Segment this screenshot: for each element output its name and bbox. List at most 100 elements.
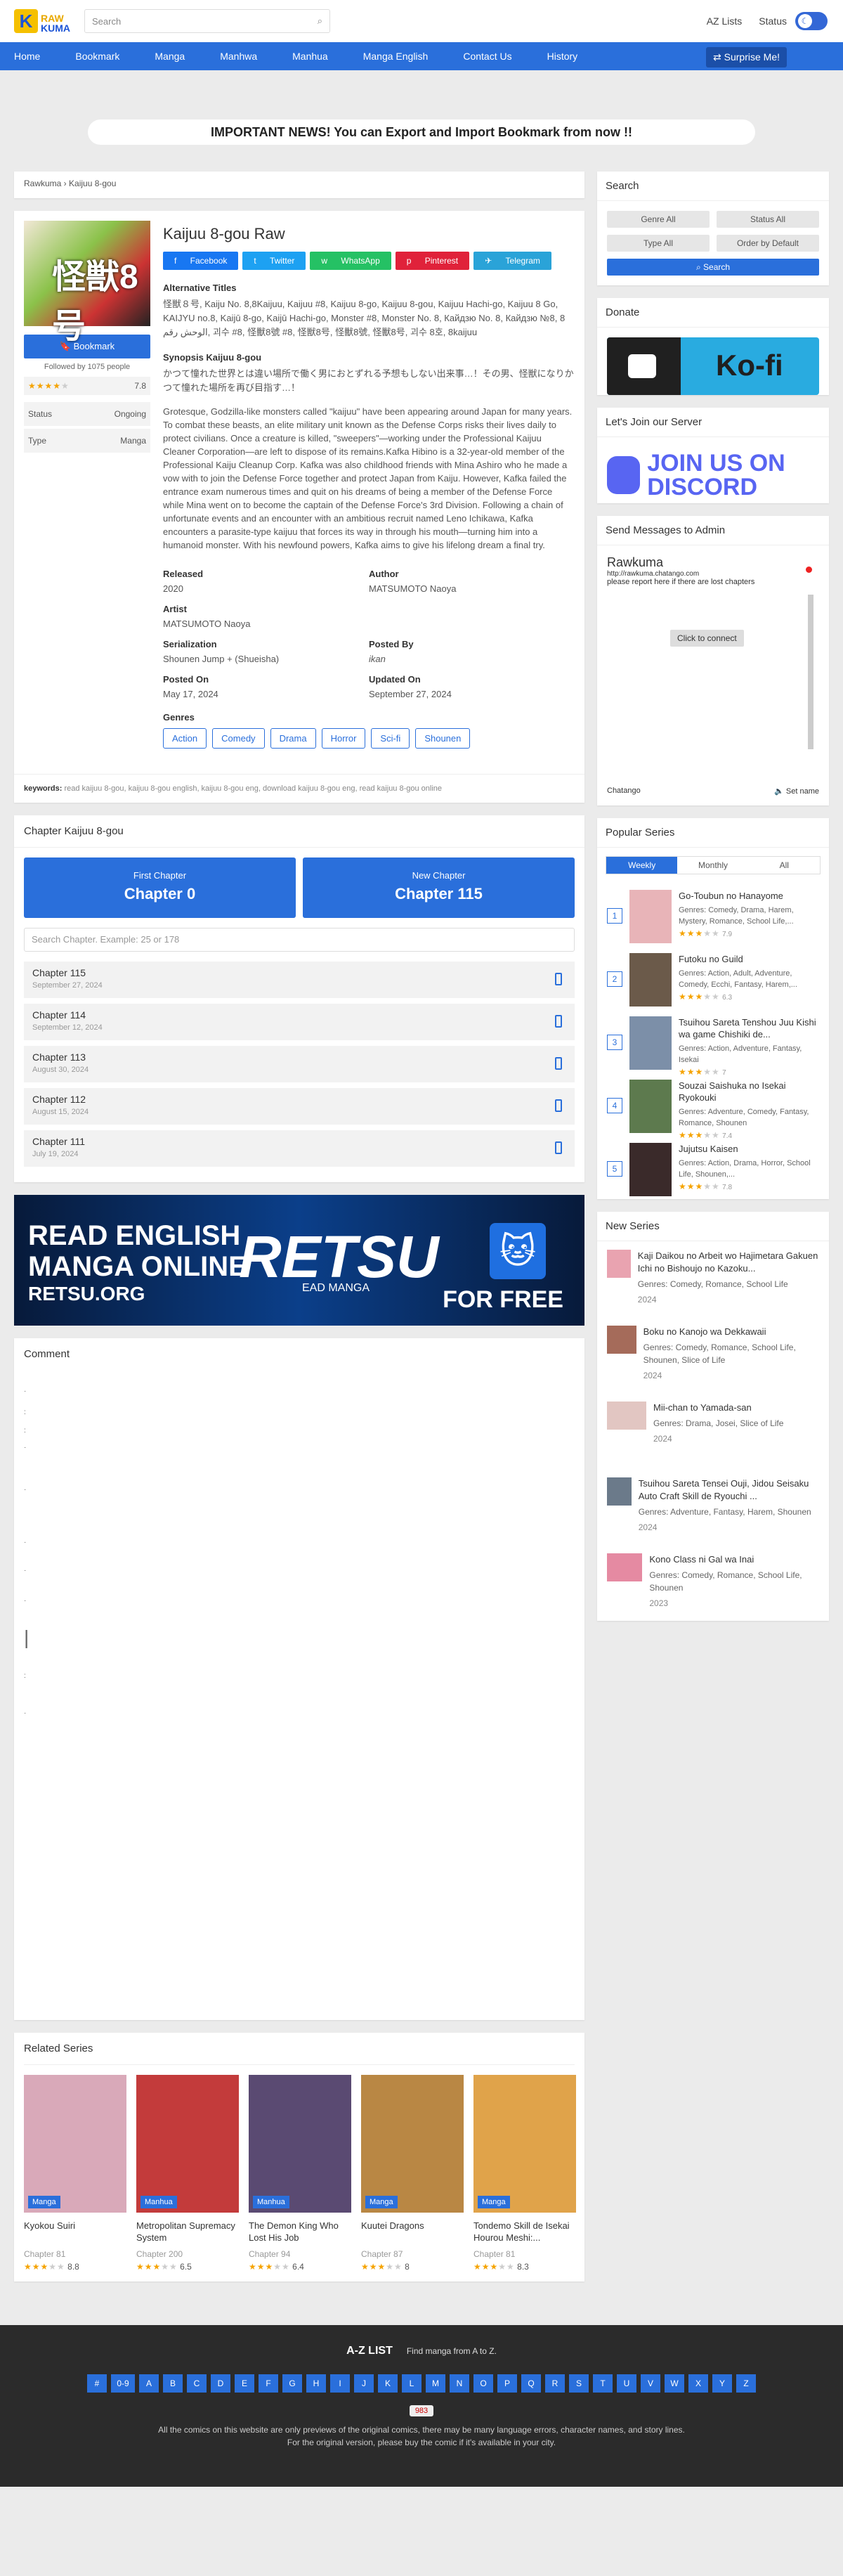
popular-title[interactable]: Tsuihou Sareta Tenshou Juu Kishi wa game… — [679, 1016, 819, 1040]
search-icon[interactable]: ⌕ — [318, 15, 322, 27]
first-chapter-button[interactable]: First Chapter Chapter 0 — [24, 857, 296, 918]
type-filter[interactable]: Type All — [607, 235, 710, 252]
search-input[interactable]: Search ⌕ — [84, 9, 330, 33]
az-letter-link[interactable]: Z — [736, 2374, 756, 2393]
az-letter-link[interactable]: H — [306, 2374, 326, 2393]
az-letter-link[interactable]: K — [378, 2374, 398, 2393]
order-filter[interactable]: Order by Default — [717, 235, 819, 252]
az-letter-link[interactable]: N — [450, 2374, 469, 2393]
kofi-button[interactable]: Ko-fi — [607, 337, 819, 395]
popular-item[interactable]: 5 Jujutsu Kaisen Genres: Action, Drama, … — [597, 1136, 829, 1199]
az-letter-link[interactable]: S — [569, 2374, 589, 2393]
az-letter-link[interactable]: R — [545, 2374, 565, 2393]
download-icon[interactable] — [555, 1057, 562, 1070]
new-series-title[interactable]: Boku no Kanojo wa Dekkawaii — [643, 1326, 819, 1338]
az-letter-link[interactable]: A — [139, 2374, 159, 2393]
share-facebook-button[interactable]: f Facebook — [163, 252, 239, 270]
az-letter-link[interactable]: M — [426, 2374, 445, 2393]
status-link[interactable]: Status — [759, 15, 787, 27]
set-name-button[interactable]: 🔈 Set name — [774, 787, 819, 796]
discord-button[interactable]: JOIN US ON DISCORD — [607, 447, 819, 503]
share-twitter-button[interactable]: t Twitter — [242, 252, 306, 270]
az-letter-link[interactable]: G — [282, 2374, 302, 2393]
popular-item[interactable]: 2 Futoku no Guild Genres: Action, Adult,… — [597, 946, 829, 1009]
related-title[interactable]: Tondemo Skill de Isekai Hourou Meshi:... — [473, 2220, 576, 2245]
new-series-item[interactable]: Tsuihou Sareta Tensei Ouji, Jidou Seisak… — [597, 1469, 829, 1545]
popular-item[interactable]: 1 Go-Toubun no Hanayome Genres: Comedy, … — [597, 883, 829, 946]
az-letter-link[interactable]: E — [235, 2374, 254, 2393]
az-letter-link[interactable]: X — [688, 2374, 708, 2393]
related-item[interactable]: Manga Tondemo Skill de Isekai Hourou Mes… — [473, 2075, 576, 2272]
search-button[interactable]: ⌕ Search — [607, 259, 819, 276]
related-item[interactable]: Manga Kyokou Suiri Chapter 81 ★★★★★ 8.8 — [24, 2075, 126, 2272]
retsu-ad-banner[interactable]: READ ENGLISH MANGA ONLINE RETSU.ORG RETSU … — [14, 1195, 584, 1326]
az-letter-link[interactable]: F — [259, 2374, 278, 2393]
nav-manga[interactable]: Manga — [155, 51, 185, 62]
genre-tag[interactable]: Comedy — [212, 728, 265, 749]
popular-cover[interactable] — [629, 953, 672, 1007]
new-series-item[interactable]: Kono Class ni Gal wa Inai Genres: Comedy… — [597, 1545, 829, 1621]
az-letter-link[interactable]: T — [593, 2374, 613, 2393]
new-series-title[interactable]: Kaji Daikou no Arbeit wo Hajimetara Gaku… — [638, 1250, 819, 1275]
new-chapter-button[interactable]: New Chapter Chapter 115 — [303, 857, 575, 918]
az-letter-link[interactable]: V — [641, 2374, 660, 2393]
share-pinterest-button[interactable]: p Pinterest — [395, 252, 470, 270]
popular-cover[interactable] — [629, 1080, 672, 1133]
new-series-item[interactable]: Boku no Kanojo wa Dekkawaii Genres: Come… — [597, 1317, 829, 1393]
related-title[interactable]: Kuutei Dragons — [361, 2220, 464, 2245]
surprise-me-button[interactable]: ⇄ Surprise Me! — [706, 47, 787, 67]
new-series-cover[interactable] — [607, 1326, 636, 1354]
chat-scrollbar[interactable] — [808, 595, 813, 749]
new-series-cover[interactable] — [607, 1553, 643, 1581]
popular-title[interactable]: Futoku no Guild — [679, 953, 819, 965]
new-series-cover[interactable] — [607, 1250, 631, 1278]
az-letter-link[interactable]: D — [211, 2374, 230, 2393]
az-letter-link[interactable]: I — [330, 2374, 350, 2393]
new-series-cover[interactable] — [607, 1477, 632, 1506]
popular-title[interactable]: Jujutsu Kaisen — [679, 1143, 819, 1155]
popular-title[interactable]: Souzai Saishuka no Isekai Ryokouki — [679, 1080, 819, 1103]
download-icon[interactable] — [555, 1141, 562, 1154]
nav-home[interactable]: Home — [14, 51, 40, 62]
az-letter-link[interactable]: J — [354, 2374, 374, 2393]
related-cover[interactable]: Manhua — [136, 2075, 239, 2213]
related-title[interactable]: Kyokou Suiri — [24, 2220, 126, 2245]
nav-bookmark[interactable]: Bookmark — [75, 51, 119, 62]
az-lists-link[interactable]: AZ Lists — [707, 15, 743, 27]
chapter-item[interactable]: Chapter 113 August 30, 2024 — [24, 1046, 575, 1082]
new-series-title[interactable]: Mii-chan to Yamada-san — [653, 1402, 783, 1414]
az-letter-link[interactable]: O — [473, 2374, 493, 2393]
az-letter-link[interactable]: Q — [521, 2374, 541, 2393]
related-cover[interactable]: Manga — [24, 2075, 126, 2213]
az-letter-link[interactable]: L — [402, 2374, 422, 2393]
nav-contact-us[interactable]: Contact Us — [463, 51, 511, 62]
chat-url[interactable]: http://rawkuma.chatango.com — [607, 570, 819, 578]
popular-cover[interactable] — [629, 890, 672, 943]
new-series-item[interactable]: Kaji Daikou no Arbeit wo Hajimetara Gaku… — [597, 1241, 829, 1317]
share-telegram-button[interactable]: ✈ Telegram — [473, 252, 551, 270]
share-whatsapp-button[interactable]: w WhatsApp — [310, 252, 391, 270]
genre-filter[interactable]: Genre All — [607, 211, 710, 228]
related-item[interactable]: Manhua The Demon King Who Lost His Job C… — [249, 2075, 351, 2272]
related-cover[interactable]: Manga — [473, 2075, 576, 2213]
tab-all[interactable]: All — [749, 857, 820, 874]
chapter-item[interactable]: Chapter 112 August 15, 2024 — [24, 1088, 575, 1125]
chatango-box[interactable]: Rawkuma http://rawkuma.chatango.com plea… — [597, 545, 829, 805]
related-title[interactable]: Metropolitan Supremacy System — [136, 2220, 239, 2245]
site-logo[interactable]: K RAW KUMA — [14, 9, 70, 33]
popular-cover[interactable] — [629, 1016, 672, 1070]
tab-weekly[interactable]: Weekly — [606, 857, 678, 874]
chapter-item[interactable]: Chapter 111 July 19, 2024 — [24, 1130, 575, 1167]
download-icon[interactable] — [555, 1015, 562, 1028]
chapter-item[interactable]: Chapter 114 September 12, 2024 — [24, 1004, 575, 1040]
related-cover[interactable]: Manga — [361, 2075, 464, 2213]
new-series-title[interactable]: Tsuihou Sareta Tensei Ouji, Jidou Seisak… — [639, 1477, 819, 1503]
az-letter-link[interactable]: C — [187, 2374, 207, 2393]
nav-manhwa[interactable]: Manhwa — [220, 51, 257, 62]
nav-manhua[interactable]: Manhua — [292, 51, 328, 62]
az-letter-link[interactable]: 0-9 — [111, 2374, 135, 2393]
az-letter-link[interactable]: P — [497, 2374, 517, 2393]
popular-cover[interactable] — [629, 1143, 672, 1196]
az-letter-link[interactable]: # — [87, 2374, 107, 2393]
nav-manga-english[interactable]: Manga English — [363, 51, 429, 62]
